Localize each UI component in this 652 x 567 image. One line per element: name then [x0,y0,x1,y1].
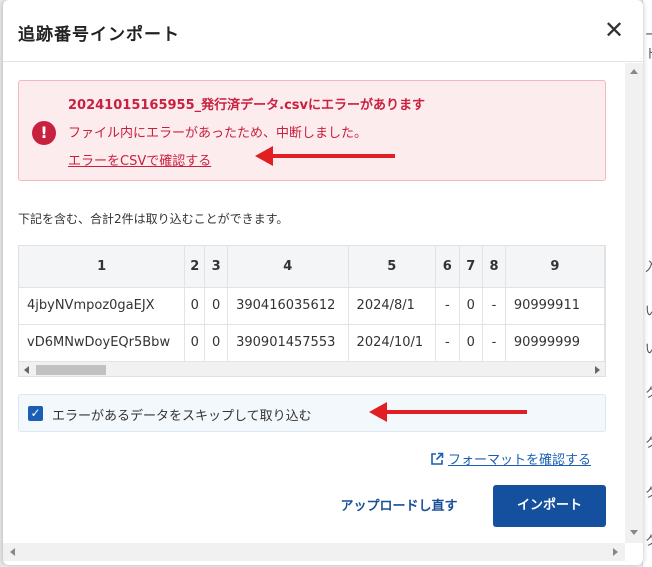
table-cell: - [482,287,506,325]
column-header: 4 [227,246,349,288]
table-cell: 0 [459,287,484,325]
close-button[interactable]: ✕ [602,18,626,42]
table-cell: 90999911 [505,287,605,325]
table-cell: 0 [204,324,229,362]
table-cell: 4jbyNVmpoz0gaEJX [19,287,186,325]
column-header: 1 [19,246,186,288]
table-cell: - [435,287,460,325]
modal-header: 追跡番号インポート ✕ [3,0,643,62]
error-title: 20241015165955_発行済データ.csvにエラーがあります [68,98,425,113]
annotation-arrow [369,402,527,422]
table-cell: vD6MNwDoyEQr5Bbw [19,324,186,362]
column-header: 5 [348,246,437,288]
scroll-left-icon[interactable] [10,548,15,556]
import-summary: 下記を含む、合計2件は取り込むことができます。 [18,212,289,226]
background-text: い [645,304,652,319]
column-header: 6 [435,246,460,288]
preview-table: 1 2 3 4 5 6 7 8 9 4jbyNVmpoz0gaEJX 0 0 3… [19,246,605,362]
table-header-row: 1 2 3 4 5 6 7 8 9 [19,246,605,288]
table-cell: 390416035612 [227,287,349,325]
format-check-label: フォーマットを確認する [448,453,592,468]
reupload-button[interactable]: アップロードし直す [328,486,470,528]
import-modal: 追跡番号インポート ✕ ! 20241015165955_発行済データ.csvに… [3,0,643,565]
modal-vertical-scrollbar[interactable] [625,63,643,543]
annotation-arrow [255,146,395,166]
scroll-up-icon[interactable] [630,69,638,74]
background-text: ク [645,486,652,501]
column-header: 7 [459,246,484,288]
modal-title: 追跡番号インポート [18,25,180,45]
background-text: ク [645,534,652,549]
table-cell: 0 [184,324,206,362]
table-cell: 0 [204,287,229,325]
table-row: vD6MNwDoyEQr5Bbw 0 0 390901457553 2024/1… [19,324,605,362]
close-icon: ✕ [603,16,625,44]
table-cell: 0 [184,287,206,325]
external-link-icon [431,452,444,465]
table-cell: 2024/8/1 [348,287,437,325]
scroll-right-icon[interactable] [595,366,600,374]
table-cell: - [435,324,460,362]
background-text: ク [645,386,652,401]
error-alert: ! 20241015165955_発行済データ.csvにエラーがあります ファイ… [18,80,606,181]
background-text: ク [645,436,652,451]
table-cell: 2024/10/1 [348,324,437,362]
background-text: ート [645,28,652,62]
skip-errors-label[interactable]: エラーがあるデータをスキップして取り込む [52,405,312,424]
scrollbar-thumb[interactable] [36,365,106,375]
column-header: 3 [204,246,229,288]
background-text: い [645,342,652,357]
table-cell: 390901457553 [227,324,349,362]
format-check-link[interactable]: フォーマットを確認する [430,449,591,468]
modal-horizontal-scrollbar[interactable] [3,543,625,561]
column-header: 2 [184,246,206,288]
error-csv-link[interactable]: エラーをCSVで確認する [68,150,211,169]
modal-body: ! 20241015165955_発行済データ.csvにエラーがあります ファイ… [3,63,625,543]
table-cell: 90999999 [505,324,605,362]
preview-table-container[interactable]: 1 2 3 4 5 6 7 8 9 4jbyNVmpoz0gaEJX 0 0 3… [18,245,606,377]
column-header: 9 [505,246,605,288]
scroll-down-icon[interactable] [630,530,638,535]
error-message: ファイル内にエラーがあったため、中断しました。 [68,126,368,141]
scroll-left-icon[interactable] [24,366,29,374]
table-cell: - [482,324,506,362]
table-horizontal-scrollbar[interactable] [19,362,605,376]
scroll-right-icon[interactable] [613,548,618,556]
import-button[interactable]: インポート [493,485,606,527]
background-text: 入 [645,260,652,275]
table-row: 4jbyNVmpoz0gaEJX 0 0 390416035612 2024/8… [19,287,605,325]
column-header: 8 [482,246,506,288]
exclamation-circle-icon: ! [32,121,56,145]
skip-errors-checkbox[interactable]: ✓ [28,406,43,421]
table-cell: 0 [459,324,484,362]
